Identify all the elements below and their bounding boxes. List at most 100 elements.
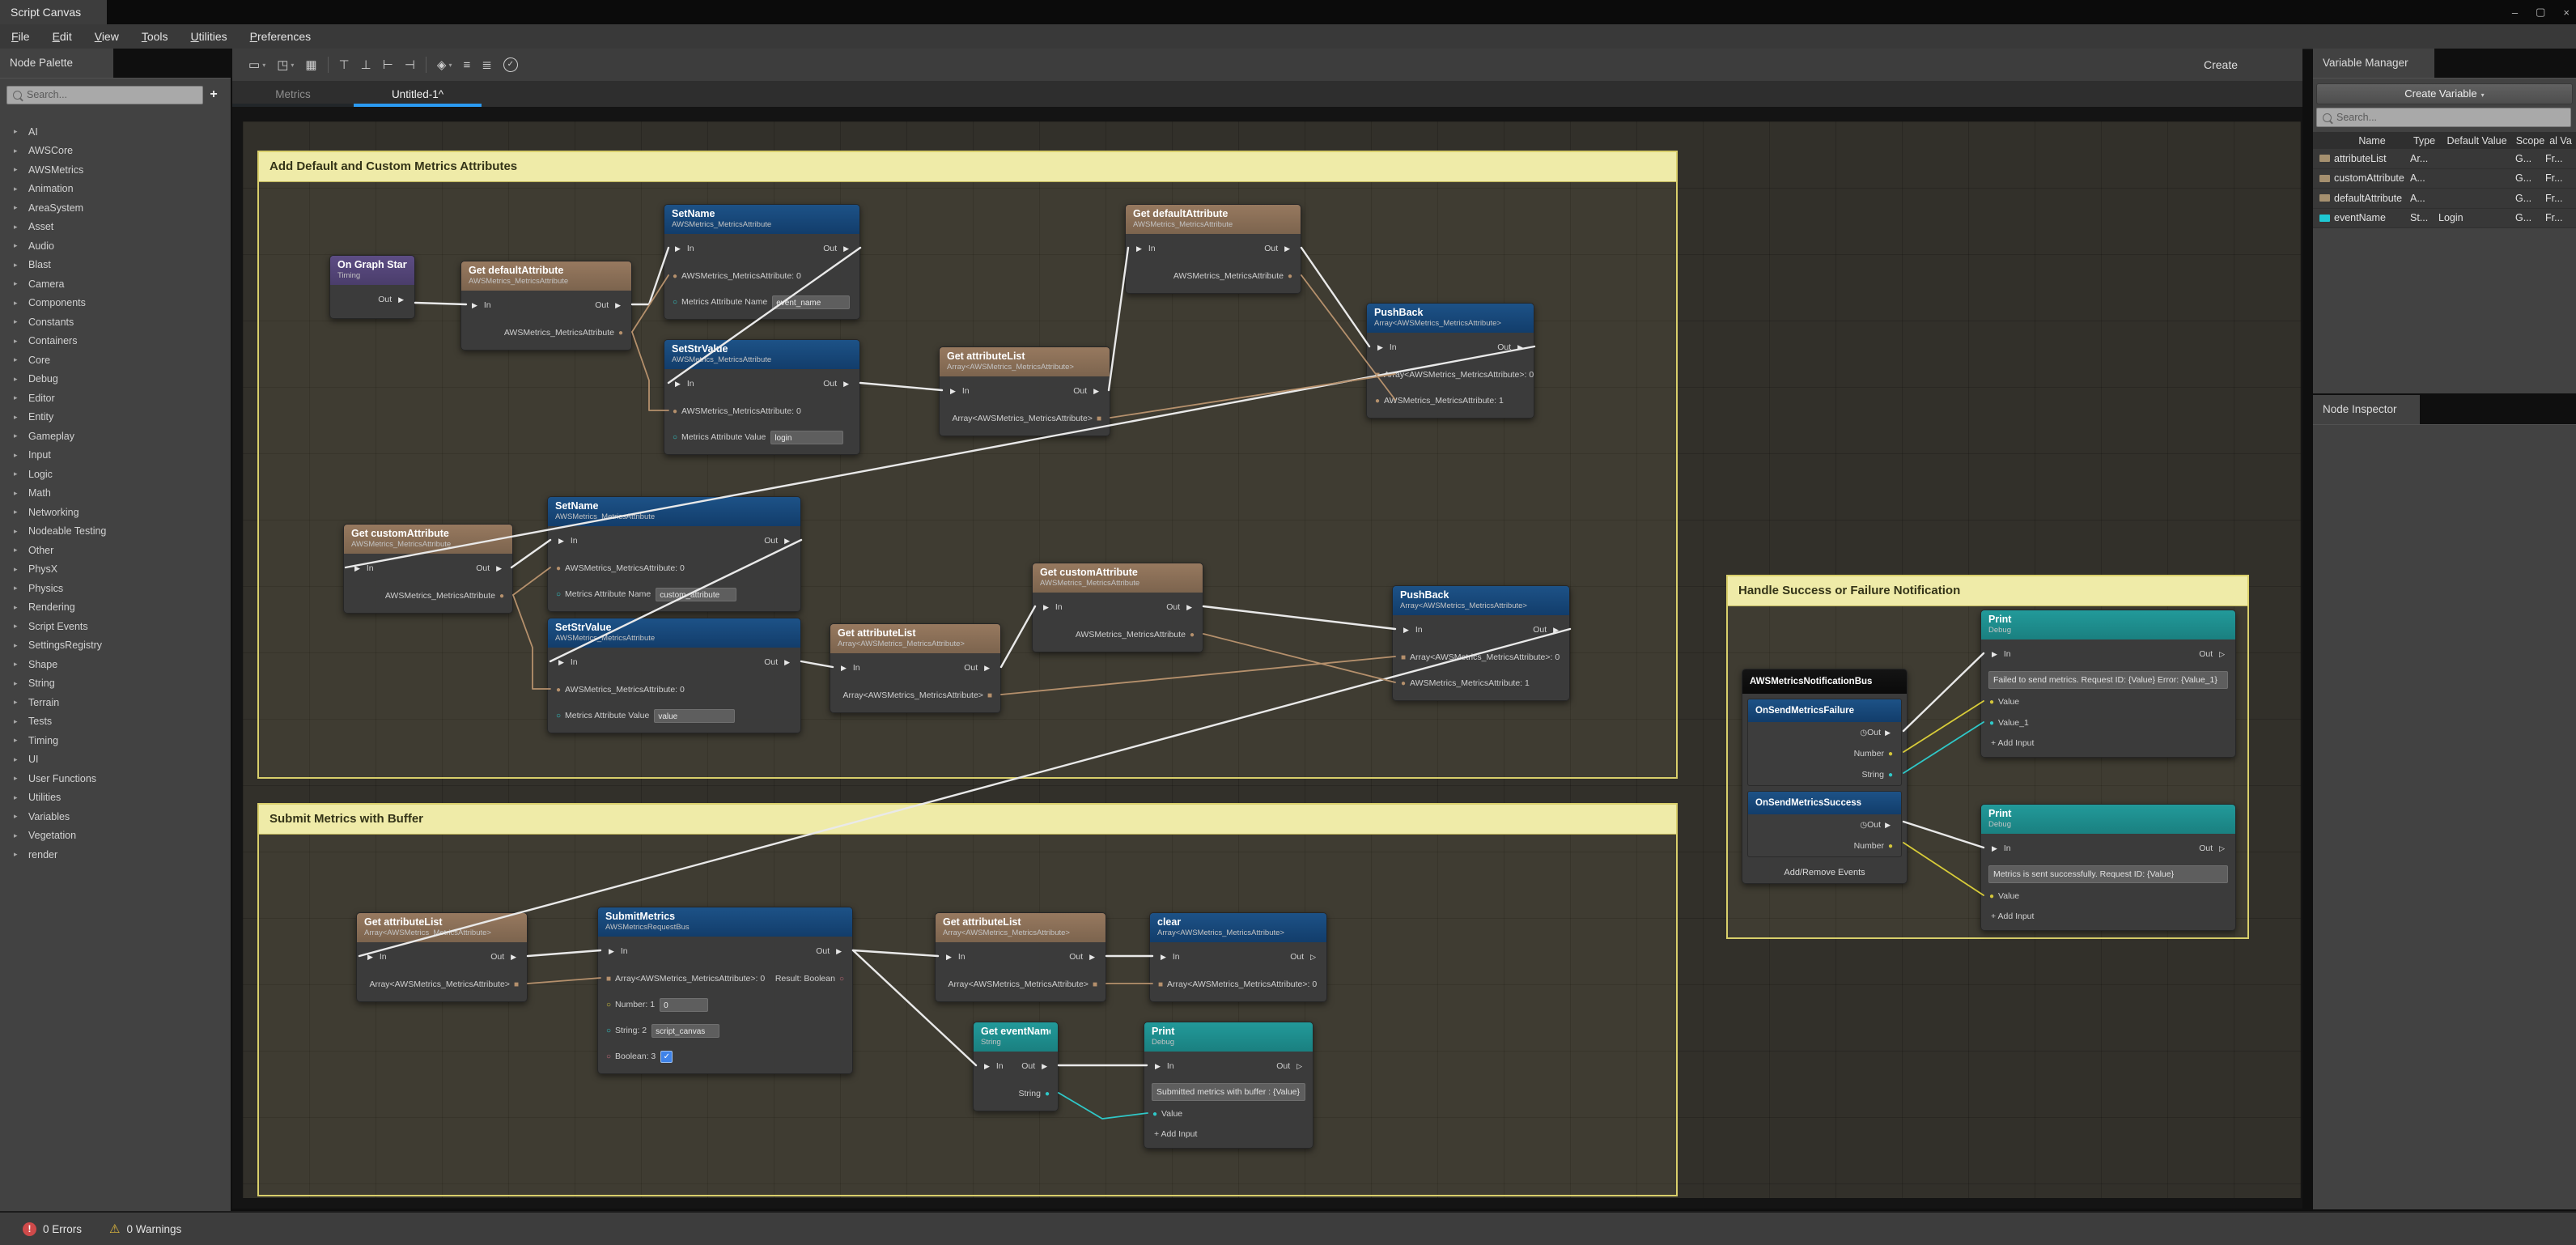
- warnings-status[interactable]: ⚠ 0 Warnings: [109, 1222, 181, 1236]
- expand-arrow-icon[interactable]: ▸: [14, 223, 28, 232]
- data-pin[interactable]: ■: [514, 980, 519, 989]
- exec-out-pin[interactable]: ▶: [398, 295, 404, 304]
- exec-in-pin[interactable]: ▶: [609, 947, 614, 955]
- exec-out-pin[interactable]: ▶: [843, 380, 849, 388]
- expand-arrow-icon[interactable]: ▸: [14, 850, 28, 859]
- exec-out-pin[interactable]: ▷: [1310, 953, 1316, 961]
- expand-arrow-icon[interactable]: ▸: [14, 375, 28, 384]
- exec-in-pin[interactable]: ▶: [950, 387, 956, 395]
- expand-arrow-icon[interactable]: ▸: [14, 603, 28, 612]
- print-format-input[interactable]: Failed to send metrics. Request ID: {Val…: [1988, 671, 2228, 689]
- palette-item-physics[interactable]: ▸ Physics: [0, 579, 231, 598]
- data-pin[interactable]: ■: [606, 975, 611, 984]
- data-pin[interactable]: ●: [1401, 679, 1406, 688]
- palette-item-camera[interactable]: ▸ Camera: [0, 274, 231, 294]
- variable-row-attributelist[interactable]: attributeList Ar... G... Fr...: [2313, 149, 2576, 169]
- palette-item-string[interactable]: ▸ String: [0, 674, 231, 694]
- palette-item-variables[interactable]: ▸ Variables: [0, 807, 231, 826]
- exec-out-pin[interactable]: ▷: [2219, 650, 2225, 658]
- palette-item-settingsregistry[interactable]: ▸ SettingsRegistry: [0, 636, 231, 656]
- palette-item-user-functions[interactable]: ▸ User Functions: [0, 769, 231, 788]
- set-str-value-1[interactable]: SetStrValue AWSMetrics_MetricsAttribute ▶ …: [664, 339, 860, 455]
- data-pin[interactable]: ●: [673, 272, 677, 281]
- data-pin[interactable]: ■: [1097, 414, 1101, 423]
- exec-out-pin[interactable]: ▶: [1517, 343, 1523, 351]
- data-pin[interactable]: ●: [1888, 771, 1893, 780]
- exec-out-pin[interactable]: ▶: [843, 244, 849, 253]
- exec-out-pin[interactable]: ▶: [784, 537, 790, 545]
- expand-arrow-icon[interactable]: ▸: [14, 185, 28, 193]
- create-button[interactable]: Create: [2196, 49, 2246, 81]
- data-pin[interactable]: ■: [1401, 653, 1406, 662]
- exec-out-pin[interactable]: ▶: [1284, 244, 1290, 253]
- data-pin[interactable]: ■: [1093, 980, 1097, 989]
- palette-item-animation[interactable]: ▸ Animation: [0, 180, 231, 199]
- add-input-button[interactable]: + Add Input: [1154, 1129, 1197, 1139]
- expand-arrow-icon[interactable]: ▸: [14, 736, 28, 745]
- exec-in-pin[interactable]: ▶: [1043, 603, 1049, 611]
- print-success[interactable]: Print Debug ▶ In Out ▷ Metrics is sent succe…: [1980, 804, 2236, 931]
- expand-arrow-icon[interactable]: ▸: [14, 393, 28, 402]
- palette-item-gameplay[interactable]: ▸ Gameplay: [0, 427, 231, 446]
- add-input-button[interactable]: + Add Input: [1991, 911, 2034, 921]
- align-right-icon[interactable]: ⊣: [399, 54, 421, 75]
- palette-item-blast[interactable]: ▸ Blast: [0, 256, 231, 275]
- variable-row-eventname[interactable]: eventName St... Login G... Fr...: [2313, 209, 2576, 228]
- variable-row-defaultattribute[interactable]: defaultAttribute A... G... Fr...: [2313, 189, 2576, 209]
- exec-out-pin[interactable]: ▶: [496, 564, 502, 572]
- get-attribute-list-mid[interactable]: Get attributeList Array<AWSMetrics_Metric…: [830, 623, 1001, 713]
- pin-value-input[interactable]: 0: [660, 997, 709, 1012]
- data-pin[interactable]: ●: [556, 686, 561, 695]
- palette-item-math[interactable]: ▸ Math: [0, 484, 231, 504]
- pin-checkbox[interactable]: ✓: [660, 1050, 673, 1063]
- print-format-input[interactable]: Submitted metrics with buffer : {Value}: [1152, 1083, 1305, 1101]
- data-pin[interactable]: ○: [556, 590, 561, 599]
- palette-item-networking[interactable]: ▸ Networking: [0, 503, 231, 522]
- exec-out-pin[interactable]: ▷: [2219, 844, 2225, 852]
- set-str-value-2[interactable]: SetStrValue AWSMetrics_MetricsAttribute ▶ …: [547, 618, 801, 733]
- palette-item-timing[interactable]: ▸ Timing: [0, 731, 231, 750]
- exec-in-pin[interactable]: ▶: [1992, 844, 1997, 852]
- data-pin[interactable]: ●: [1288, 272, 1292, 281]
- expand-arrow-icon[interactable]: ▸: [14, 717, 28, 726]
- data-pin[interactable]: ○: [606, 1026, 611, 1035]
- expand-arrow-icon[interactable]: ▸: [14, 431, 28, 440]
- expand-arrow-icon[interactable]: ▸: [14, 355, 28, 364]
- palette-item-constants[interactable]: ▸ Constants: [0, 312, 231, 332]
- submit-metrics[interactable]: SubmitMetrics AWSMetricsRequestBus ▶ In Out…: [597, 907, 853, 1074]
- node-palette-tab[interactable]: Node Palette: [0, 49, 113, 78]
- palette-item-debug[interactable]: ▸ Debug: [0, 370, 231, 389]
- validate-graph-icon[interactable]: ✓: [498, 54, 524, 75]
- exec-out-pin[interactable]: ▶: [511, 953, 516, 961]
- clear[interactable]: clear Array<AWSMetrics_MetricsAttribute> ▶…: [1149, 912, 1327, 1002]
- palette-item-entity[interactable]: ▸ Entity: [0, 408, 231, 427]
- data-pin[interactable]: ○: [556, 712, 561, 720]
- aws-metrics-notification-bus[interactable]: AWSMetricsNotificationBus OnSendMetricsFa…: [1742, 669, 1908, 884]
- exec-out-pin[interactable]: ▶: [836, 947, 842, 955]
- data-pin[interactable]: ○: [839, 975, 844, 984]
- data-pin[interactable]: ●: [556, 564, 561, 573]
- pin-value-input[interactable]: event_name: [772, 295, 851, 309]
- get-default-attribute-2[interactable]: Get defaultAttribute AWSMetrics_MetricsAt…: [1125, 204, 1301, 294]
- expand-arrow-icon[interactable]: ▸: [14, 774, 28, 783]
- palette-item-vegetation[interactable]: ▸ Vegetation: [0, 826, 231, 846]
- palette-item-components[interactable]: ▸ Components: [0, 294, 231, 313]
- data-pin[interactable]: ○: [673, 298, 677, 307]
- maximize-icon[interactable]: ▢: [2536, 6, 2545, 19]
- exec-in-pin[interactable]: ▶: [1155, 1062, 1161, 1070]
- exec-in-pin[interactable]: ▶: [841, 664, 847, 672]
- graph-surface[interactable]: Add Default and Custom Metrics Attribute…: [243, 121, 2301, 1198]
- palette-item-utilities[interactable]: ▸ Utilities: [0, 788, 231, 808]
- palette-item-other[interactable]: ▸ Other: [0, 541, 231, 560]
- variable-search-input[interactable]: Search...: [2316, 108, 2571, 127]
- data-pin[interactable]: ■: [987, 691, 992, 700]
- exec-out-pin[interactable]: ▷: [1296, 1062, 1302, 1070]
- palette-item-tests[interactable]: ▸ Tests: [0, 712, 231, 732]
- expand-arrow-icon[interactable]: ▸: [14, 660, 28, 669]
- exec-in-pin[interactable]: ▶: [1377, 343, 1383, 351]
- data-pin[interactable]: ●: [1989, 698, 1994, 707]
- palette-item-render[interactable]: ▸ render: [0, 845, 231, 865]
- exec-in-pin[interactable]: ▶: [367, 953, 373, 961]
- exec-in-pin[interactable]: ▶: [984, 1062, 990, 1070]
- data-pin[interactable]: ●: [1375, 397, 1380, 406]
